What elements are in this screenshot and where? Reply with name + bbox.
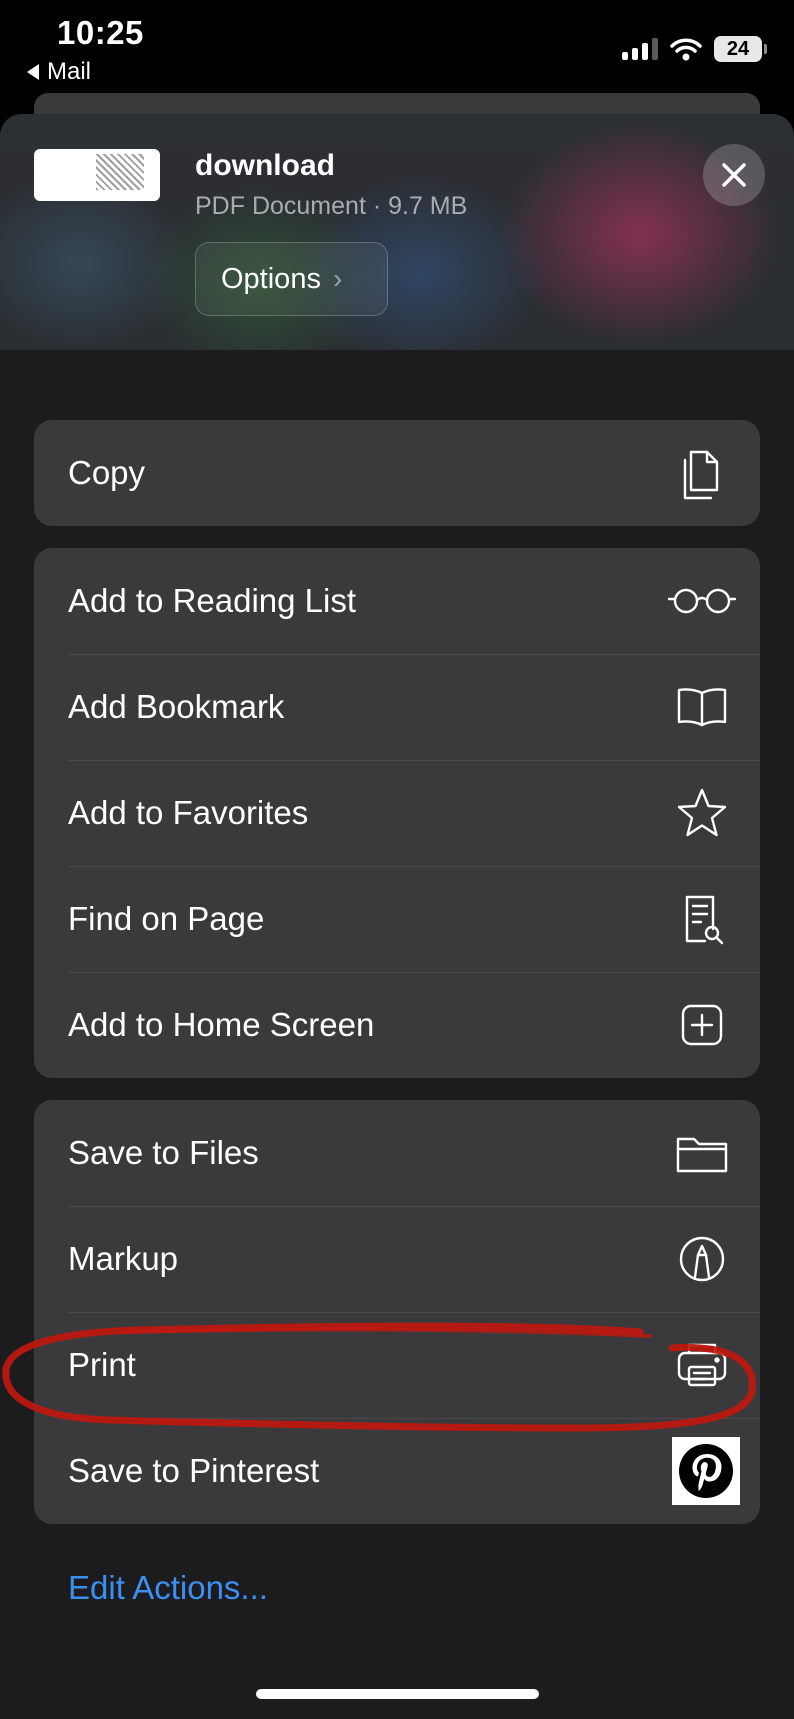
action-list: Copy Add to Reading List Add Bookmark Ad… <box>34 420 760 1546</box>
status-indicators: 24 <box>622 36 767 62</box>
action-label: Add Bookmark <box>68 688 285 725</box>
plus-square-icon <box>666 989 738 1061</box>
action-label: Save to Pinterest <box>68 1452 320 1489</box>
battery-level: 24 <box>726 37 750 60</box>
close-icon <box>722 163 746 187</box>
action-label: Add to Home Screen <box>68 1006 375 1043</box>
copy-icon <box>666 437 738 509</box>
action-copy[interactable]: Copy <box>34 420 760 526</box>
action-add-to-home-screen[interactable]: Add to Home Screen <box>34 972 760 1078</box>
printer-icon <box>666 1329 738 1401</box>
action-add-to-reading-list[interactable]: Add to Reading List <box>34 548 760 654</box>
glasses-icon <box>666 565 738 637</box>
action-add-bookmark[interactable]: Add Bookmark <box>34 654 760 760</box>
document-title: download <box>195 149 335 182</box>
find-document-icon <box>666 883 738 955</box>
action-label: Find on Page <box>68 900 265 937</box>
close-button[interactable] <box>703 144 765 206</box>
options-label: Options <box>221 262 321 295</box>
action-markup[interactable]: Markup <box>34 1206 760 1312</box>
wifi-icon <box>670 38 702 61</box>
share-sheet: download PDF Document · 9.7 MB Options ›… <box>0 114 794 1719</box>
home-indicator[interactable] <box>256 1689 539 1699</box>
action-print[interactable]: Print <box>34 1312 760 1418</box>
back-app-label: Mail <box>47 58 92 85</box>
options-button[interactable]: Options › <box>195 242 388 316</box>
action-find-on-page[interactable]: Find on Page <box>34 866 760 972</box>
markup-pen-icon <box>666 1223 738 1295</box>
action-label: Add to Reading List <box>68 582 357 619</box>
chevron-right-icon: › <box>332 263 343 294</box>
star-icon <box>666 777 738 849</box>
back-triangle-icon <box>27 64 39 80</box>
status-time: 10:25 <box>57 14 144 51</box>
book-icon <box>666 671 738 743</box>
action-label: Copy <box>68 454 146 491</box>
action-label: Print <box>68 1346 136 1383</box>
action-label: Add to Favorites <box>68 794 309 831</box>
folder-icon <box>666 1117 738 1189</box>
action-save-to-pinterest[interactable]: Save to Pinterest <box>34 1418 760 1524</box>
action-label: Save to Files <box>68 1134 259 1171</box>
cellular-signal-icon <box>622 38 658 60</box>
action-group: Copy <box>34 420 760 526</box>
edit-actions-link[interactable]: Edit Actions... <box>68 1569 268 1607</box>
document-meta: PDF Document · 9.7 MB <box>195 192 468 220</box>
share-sheet-header: download PDF Document · 9.7 MB Options › <box>0 114 794 350</box>
back-to-mail-button[interactable]: Mail <box>27 58 91 86</box>
action-group: Add to Reading List Add Bookmark Add to … <box>34 548 760 1078</box>
document-thumbnail <box>34 149 160 201</box>
action-add-to-favorites[interactable]: Add to Favorites <box>34 760 760 866</box>
action-label: Markup <box>68 1240 179 1277</box>
pinterest-icon <box>672 1437 740 1505</box>
battery-indicator: 24 <box>714 36 767 62</box>
action-group: Save to Files Markup Print Save to Pinte… <box>34 1100 760 1524</box>
action-save-to-files[interactable]: Save to Files <box>34 1100 760 1206</box>
